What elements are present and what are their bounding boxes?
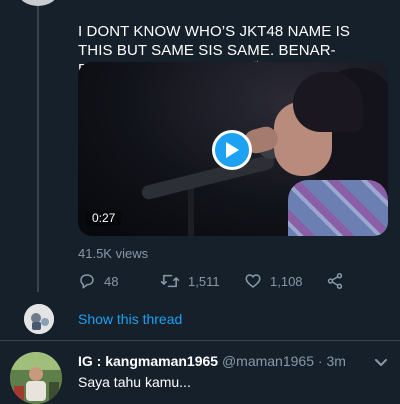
reply-separator: · <box>317 353 323 369</box>
reply-handle[interactable]: @maman1965 <box>222 353 314 369</box>
singer-fringe <box>293 72 363 132</box>
like-count: 1,108 <box>270 273 303 289</box>
tweet-actions: 48 1,511 1,108 <box>78 270 378 292</box>
reply-text: Saya tahu kamu... <box>78 374 191 390</box>
reply-more-button[interactable] <box>374 355 388 373</box>
author-avatar[interactable] <box>18 0 58 6</box>
like-action[interactable]: 1,108 <box>244 270 303 292</box>
tweet-divider <box>0 340 400 341</box>
share-icon <box>327 273 343 289</box>
retweet-icon <box>160 274 180 288</box>
share-action[interactable] <box>326 270 344 292</box>
video-duration: 0:27 <box>86 210 122 226</box>
play-icon <box>226 142 239 158</box>
reply-display-name[interactable]: IG : kangmaman1965 <box>78 353 218 369</box>
retweet-count: 1,511 <box>188 273 220 289</box>
chevron-down-icon <box>375 359 387 366</box>
reply-author-avatar[interactable] <box>10 352 62 404</box>
retweet-action[interactable]: 1,511 <box>160 270 220 292</box>
reply-count: 48 <box>104 273 119 289</box>
reply-action[interactable]: 48 <box>78 270 118 292</box>
thread-avatar[interactable] <box>24 304 54 334</box>
video-player[interactable]: 0:27 <box>78 62 388 236</box>
play-button[interactable] <box>212 130 252 170</box>
reply-icon <box>80 274 94 289</box>
view-count: 41.5K views <box>78 246 149 261</box>
show-thread-link[interactable]: Show this thread <box>78 311 182 327</box>
thread-line <box>37 0 39 292</box>
reply-time[interactable]: 3m <box>326 353 345 369</box>
reply-header: IG : kangmaman1965 @maman1965 · 3m <box>78 353 346 369</box>
heart-icon <box>245 274 261 288</box>
singer-outfit <box>288 180 388 236</box>
mic-stand <box>188 182 194 236</box>
